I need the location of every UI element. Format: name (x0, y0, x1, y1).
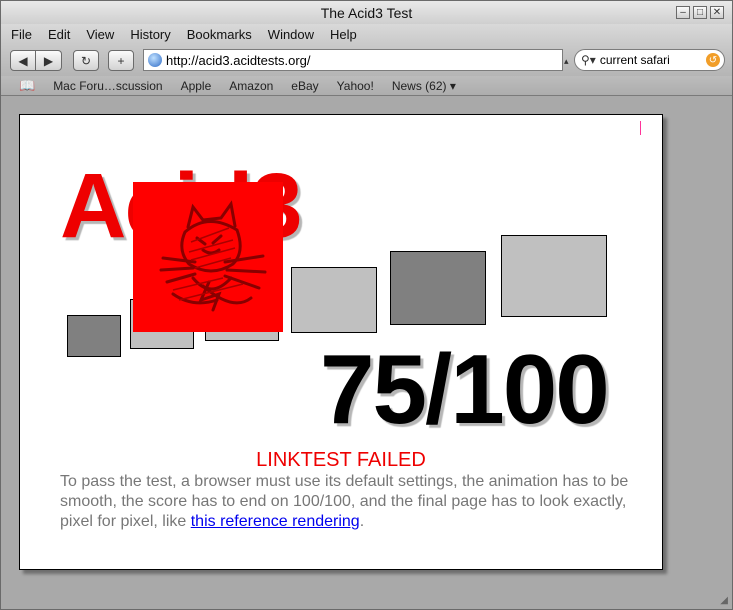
test-bucket-4 (291, 267, 377, 333)
reload-icon: ↻ (80, 53, 92, 68)
bookmark-yahoo[interactable]: Yahoo! (337, 79, 374, 93)
reload-button[interactable]: ↻ (73, 50, 99, 71)
failure-image (133, 182, 283, 332)
menu-bar: File Edit View History Bookmarks Window … (1, 24, 732, 44)
reference-rendering-link[interactable]: this reference rendering (191, 513, 360, 530)
bookmark-mac-forums[interactable]: Mac Foru…scussion (53, 79, 162, 93)
menu-edit[interactable]: Edit (48, 27, 70, 42)
add-bookmark-button[interactable]: + (108, 50, 134, 71)
test-bucket-5 (390, 251, 486, 325)
bookmarks-book-icon[interactable]: 📖 (19, 78, 35, 94)
kitty-icon (159, 200, 267, 312)
test-bucket-6 (501, 235, 607, 317)
menu-view[interactable]: View (86, 27, 114, 42)
bookmark-ebay[interactable]: eBay (291, 79, 318, 93)
minimize-button[interactable]: – (676, 6, 690, 19)
back-arrow-icon: ◀ (18, 53, 28, 68)
search-clear-icon[interactable]: ↺ (706, 53, 720, 67)
add-bookmark-icon: + (117, 53, 125, 68)
test-status: LINKTEST FAILED (256, 449, 426, 471)
search-input[interactable]: current safari (600, 53, 670, 67)
forward-arrow-icon: ▶ (43, 53, 54, 68)
resize-grip-icon[interactable]: ◢ (720, 595, 728, 606)
toolbar: ◀ ▶ ↻ + http://acid3.acidtests.org/ ▴ ⚲▾… (1, 44, 732, 76)
pink-marker (640, 121, 641, 135)
test-bucket-1 (67, 315, 121, 357)
menu-help[interactable]: Help (330, 27, 357, 42)
score-display: 75/100 (320, 334, 610, 444)
menu-window[interactable]: Window (268, 27, 314, 42)
menu-file[interactable]: File (11, 27, 32, 42)
bookmark-amazon[interactable]: Amazon (229, 79, 273, 93)
back-button[interactable]: ◀ (10, 50, 36, 71)
page-content: Acid3 (19, 114, 663, 570)
menu-history[interactable]: History (130, 27, 170, 42)
menu-bookmarks[interactable]: Bookmarks (187, 27, 252, 42)
search-icon: ⚲▾ (581, 53, 596, 67)
url-text[interactable]: http://acid3.acidtests.org/ (166, 53, 311, 68)
close-button[interactable]: ✕ (710, 6, 724, 19)
window-title: The Acid3 Test (320, 5, 413, 21)
title-bar: The Acid3 Test – □ ✕ (1, 1, 732, 24)
globe-icon (148, 53, 162, 67)
bookmarks-bar: 📖 Mac Foru…scussion Apple Amazon eBay Ya… (1, 76, 732, 96)
address-dropdown-icon[interactable]: ▴ (564, 56, 570, 67)
browser-window: The Acid3 Test – □ ✕ File Edit View Hist… (0, 0, 733, 610)
search-field[interactable]: ⚲▾ current safari ↺ (574, 49, 725, 71)
nav-buttons: ◀ ▶ (10, 50, 62, 71)
address-bar[interactable]: http://acid3.acidtests.org/ (143, 49, 563, 71)
bookmark-apple[interactable]: Apple (181, 79, 212, 93)
zoom-button[interactable]: □ (693, 6, 707, 19)
bookmark-news[interactable]: News (62) ▾ (392, 79, 456, 93)
forward-button[interactable]: ▶ (36, 50, 62, 71)
window-controls: – □ ✕ (676, 6, 724, 19)
test-description: To pass the test, a browser must use its… (60, 473, 629, 530)
